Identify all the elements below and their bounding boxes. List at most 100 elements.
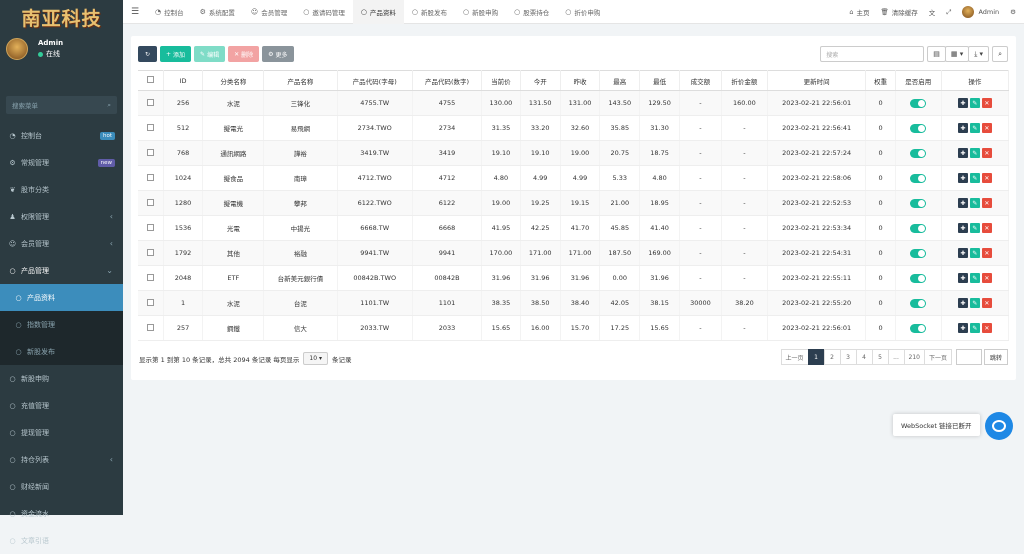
drag-button[interactable]: ✚ (957, 148, 968, 158)
enabled-toggle[interactable] (910, 198, 927, 208)
column-header[interactable]: 今开 (520, 70, 561, 91)
next-page-button[interactable]: 下一页 (923, 349, 952, 365)
drag-button[interactable]: ✚ (957, 248, 968, 258)
sidebar-item[interactable]: ◔ 控制台 hot (0, 122, 123, 149)
edit-row-button[interactable]: ✎ (969, 298, 980, 308)
page-button[interactable]: 3 (839, 349, 857, 365)
avatar[interactable] (6, 38, 28, 60)
table-row[interactable]: 1536 光電 中揚光 6668.TW 6668 41.95 42.25 41.70 45.85… (138, 215, 1010, 241)
drag-button[interactable]: ✚ (957, 273, 968, 283)
column-header[interactable]: 操作 (941, 70, 1010, 91)
export-button[interactable]: ⤓ ▾ (968, 46, 990, 62)
table-row[interactable]: 2048 ETF 台新美元銀行債 00842B.TWO 00842B 31.96 31.96… (138, 265, 1010, 291)
sidebar-item[interactable]: ☺ 会员管理 ‹ (0, 230, 123, 257)
fullscreen-button[interactable]: ⤢ (946, 8, 951, 17)
page-button[interactable]: 2 (823, 349, 841, 365)
sidebar-item[interactable]: ⚙ 常规管理 new (0, 149, 123, 176)
edit-row-button[interactable]: ✎ (969, 98, 980, 108)
sidebar-search-input[interactable]: 搜索菜单 ⌕ (6, 96, 117, 114)
delete-row-button[interactable]: ✕ (981, 273, 992, 283)
column-header[interactable]: 权重 (865, 70, 896, 91)
delete-row-button[interactable]: ✕ (981, 298, 992, 308)
delete-row-button[interactable]: ✕ (981, 223, 992, 233)
menu-toggle-icon[interactable]: ☰ (123, 7, 147, 17)
add-button[interactable]: + 添加 (160, 46, 192, 62)
row-checkbox[interactable] (146, 248, 154, 256)
select-all-checkbox[interactable] (146, 76, 154, 83)
more-button[interactable]: ⚙ 更多 (262, 46, 294, 62)
sidebar-item[interactable]: ○ 产品管理 ⌄ (0, 257, 123, 284)
row-checkbox[interactable] (146, 223, 154, 231)
enabled-toggle[interactable] (910, 223, 927, 233)
tab-item[interactable]: ○ 新股申购 (455, 0, 506, 24)
sidebar-item[interactable]: ♟ 权限管理 ‹ (0, 203, 123, 230)
enabled-toggle[interactable] (910, 323, 927, 333)
row-checkbox[interactable] (146, 98, 154, 106)
drag-button[interactable]: ✚ (957, 223, 968, 233)
prev-page-button[interactable]: 上一页 (780, 349, 809, 365)
sidebar-item[interactable]: ○ 资金流水 (0, 500, 123, 527)
table-row[interactable]: 1280 擬電機 攀邦 6122.TWO 6122 19.00 19.25 19.15 21.0… (138, 190, 1010, 216)
search-icon[interactable]: ⌕ (107, 101, 111, 110)
tab-item[interactable]: ○ 产品资料 (352, 0, 404, 24)
drag-button[interactable]: ✚ (957, 123, 968, 133)
row-checkbox[interactable] (146, 148, 154, 156)
edit-row-button[interactable]: ✎ (969, 123, 980, 133)
edit-button[interactable]: ✎ 编辑 (194, 46, 226, 62)
edit-row-button[interactable]: ✎ (969, 148, 980, 158)
tab-item[interactable]: ○ 折价申购 (557, 0, 608, 24)
table-row[interactable]: 257 鋼鐵 信大 2033.TW 2033 15.65 16.00 15.70 17.25 15… (138, 315, 1010, 341)
drag-button[interactable]: ✚ (957, 98, 968, 108)
drag-button[interactable]: ✚ (957, 198, 968, 208)
sidebar-item[interactable]: ○ 充值管理 (0, 392, 123, 419)
column-header[interactable]: 产品代码(数字) (412, 70, 483, 91)
column-header[interactable]: 折价金额 (721, 70, 768, 91)
enabled-toggle[interactable] (910, 98, 927, 108)
language-button[interactable]: 文 (929, 7, 936, 17)
clear-cache-button[interactable]: 🗑 清除缓存 (880, 7, 917, 17)
edit-row-button[interactable]: ✎ (969, 198, 980, 208)
column-header[interactable]: 成交额 (679, 70, 722, 91)
tab-item[interactable]: ○ 新股发布 (404, 0, 455, 24)
edit-row-button[interactable]: ✎ (969, 273, 980, 283)
row-checkbox[interactable] (146, 123, 154, 131)
delete-row-button[interactable]: ✕ (981, 123, 992, 133)
row-checkbox[interactable] (146, 198, 154, 206)
delete-row-button[interactable]: ✕ (981, 173, 992, 183)
sidebar-item[interactable]: ○ 新股申购 (0, 365, 123, 392)
table-row[interactable]: 1792 其他 裕融 9941.TW 9941 170.00 171.00 171.00 187… (138, 240, 1010, 266)
page-button[interactable]: 4 (855, 349, 873, 365)
row-checkbox[interactable] (146, 173, 154, 181)
table-search-input[interactable]: 搜索 (820, 46, 925, 62)
advanced-search-button[interactable]: ⌕ (992, 46, 1008, 62)
settings-button[interactable]: ⚙ (1010, 8, 1016, 16)
tab-item[interactable]: ○ 邀请码管理 (295, 0, 353, 24)
edit-row-button[interactable]: ✎ (969, 248, 980, 258)
page-button[interactable]: 5 (871, 349, 889, 365)
brand-logo[interactable]: 南亚科技 (0, 0, 123, 34)
page-size-select[interactable]: 10 ▾ (303, 352, 328, 365)
sidebar-item[interactable]: ❦ 股市分类 (0, 176, 123, 203)
table-row[interactable]: 768 通訊網路 譁裕 3419.TW 3419 19.10 19.10 19.00 20.75… (138, 140, 1010, 166)
enabled-toggle[interactable] (910, 273, 927, 283)
drag-button[interactable]: ✚ (957, 173, 968, 183)
column-header[interactable]: 产品代码(字母) (337, 70, 413, 91)
table-row[interactable]: 256 水泥 三锋化 4755.TW 4755 130.00 131.50 131.00 143… (138, 90, 1010, 116)
enabled-toggle[interactable] (910, 148, 927, 158)
drag-button[interactable]: ✚ (957, 323, 968, 333)
sidebar-item[interactable]: ○ 持仓列表 ‹ (0, 446, 123, 473)
edit-row-button[interactable]: ✎ (969, 323, 980, 333)
tab-item[interactable]: ○ 股票持仓 (506, 0, 557, 24)
columns-button[interactable]: ▦ ▾ (944, 46, 970, 62)
column-header[interactable]: 昨收 (560, 70, 601, 91)
enabled-toggle[interactable] (910, 123, 927, 133)
home-link[interactable]: ⌂ 主页 (849, 7, 869, 17)
delete-row-button[interactable]: ✕ (981, 323, 992, 333)
tab-item[interactable]: ◔ 控制台 (147, 0, 192, 24)
sidebar-item[interactable]: ○ 产品资料 (0, 284, 123, 311)
sidebar-item[interactable]: ○ 财经新闻 (0, 473, 123, 500)
column-header[interactable]: 最低 (639, 70, 680, 91)
sidebar-item[interactable]: ○ 新股发布 (0, 338, 123, 365)
page-button[interactable]: 210 (903, 349, 925, 365)
column-header[interactable]: 分类名称 (202, 70, 265, 91)
